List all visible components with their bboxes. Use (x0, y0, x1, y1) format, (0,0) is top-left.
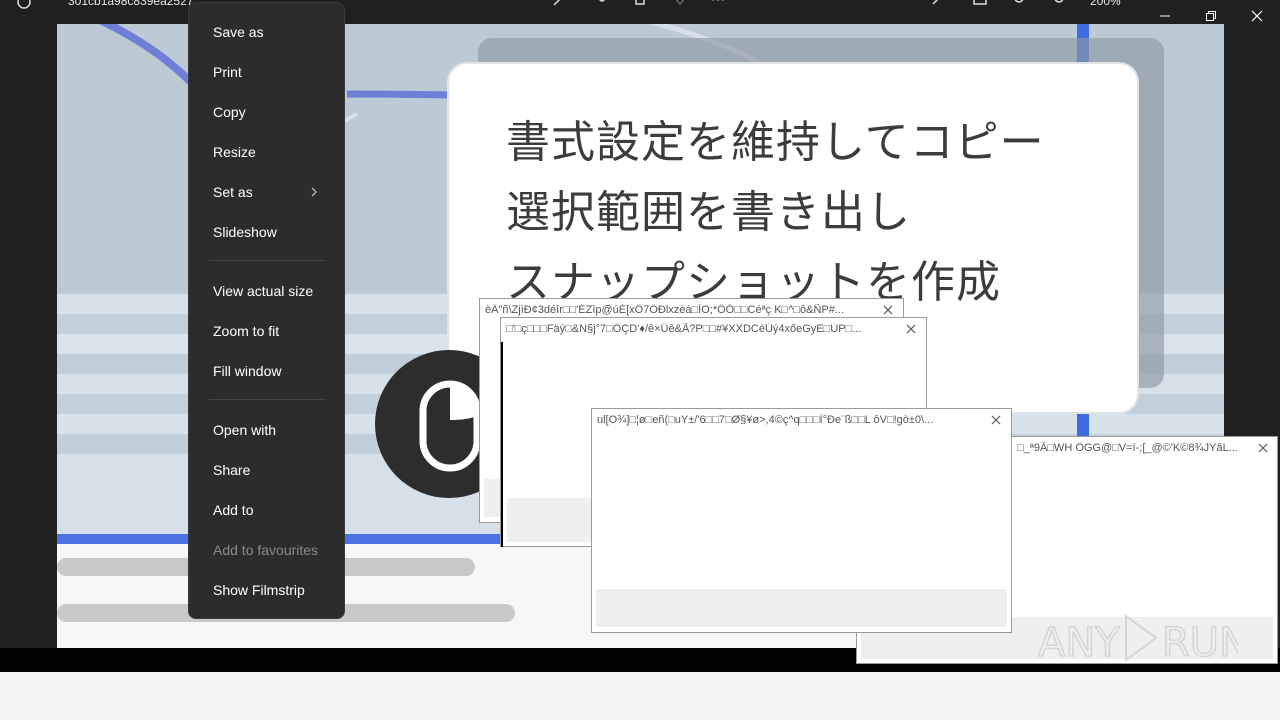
menu-item-add-to-favourites: Add to favourites (213, 542, 319, 558)
menu-item-copy[interactable]: Copy (189, 94, 344, 130)
file-title: 301cb1a98c839ea2527... (68, 0, 204, 8)
dialog-window[interactable]: ul[O¾]□¦ø□eñ(□uY±/'6□□7□Ø§¥ø>,4©ç^q□□□Ì°… (591, 408, 1012, 633)
close-icon[interactable] (883, 305, 893, 315)
menu-separator (209, 399, 326, 400)
image-text-line-2: 選択範囲を書き出し (506, 187, 911, 238)
delete-icon[interactable] (632, 0, 648, 7)
dialog-title: □'□ç□□□Fäý□&N§j°7□ÖÇD'♦/ê×Ûê&Ã?P□□#¥XXDC… (506, 323, 862, 335)
favourite-heart-icon[interactable] (672, 0, 688, 7)
menu-item-fill-window[interactable]: Fill window (189, 353, 344, 389)
photos-app-icon (17, 0, 31, 9)
dialog-title: ul[O¾]□¦ø□eñ(□uY±/'6□□7□Ø§¥ø>,4©ç^q□□□Ì°… (597, 414, 934, 426)
menu-item-save-as[interactable]: Save as (189, 14, 344, 50)
menu-separator (209, 260, 326, 261)
close-button[interactable] (1234, 0, 1280, 32)
svg-text:ANY: ANY (1038, 620, 1120, 666)
chevron-right-icon (311, 187, 317, 197)
svg-text:RUN: RUN (1162, 620, 1238, 666)
minimize-icon (1160, 15, 1170, 17)
anyrun-watermark-logo: ANY RUN (1038, 614, 1238, 667)
menu-item-print[interactable]: Print (189, 54, 344, 90)
zoom-in-icon[interactable] (1052, 0, 1068, 7)
more-options-icon[interactable] (710, 0, 726, 7)
menu-item-share[interactable]: Share (189, 452, 344, 488)
zoom-out-icon[interactable] (1012, 0, 1028, 7)
dialog-title: èÄ"ñ\ZjìÐ¢3déîr□□'ÉZîp@úÉ[xÖ7ŐÐlxzèá□ÍO;… (485, 304, 845, 316)
close-icon[interactable] (991, 415, 1001, 425)
close-icon (1251, 10, 1263, 22)
restore-icon (1206, 11, 1216, 21)
minimize-button[interactable] (1142, 0, 1188, 32)
menu-item-set-as[interactable]: Set as (189, 174, 344, 210)
full-screen-icon[interactable] (930, 0, 946, 7)
zoom-level: 200% (1090, 0, 1121, 8)
menu-item-show-filmstrip[interactable]: Show Filmstrip (189, 572, 344, 608)
context-menu: Save as Print Copy Resize Set as Slidesh… (188, 2, 345, 619)
menu-item-resize[interactable]: Resize (189, 134, 344, 170)
restore-button[interactable] (1188, 0, 1234, 32)
rotate-icon[interactable] (594, 0, 610, 7)
close-icon[interactable] (1258, 443, 1268, 453)
menu-item-slideshow[interactable]: Slideshow (189, 214, 344, 250)
edit-icon[interactable] (552, 0, 568, 7)
menu-item-open-with[interactable]: Open with (189, 412, 344, 448)
close-icon[interactable] (906, 324, 916, 334)
menu-item-view-actual-size[interactable]: View actual size (189, 273, 344, 309)
image-text-line-1: 書式設定を維持してコピー (506, 117, 1045, 168)
text-cursor (501, 342, 503, 547)
dialog-title: □_ª9Â□WH ÔGG@□V=ï-;[_@©'K©8¾JYâL... (1017, 442, 1238, 454)
menu-item-zoom-to-fit[interactable]: Zoom to fit (189, 313, 344, 349)
fit-window-icon[interactable] (972, 0, 988, 7)
menu-item-add-to[interactable]: Add to (189, 492, 344, 528)
